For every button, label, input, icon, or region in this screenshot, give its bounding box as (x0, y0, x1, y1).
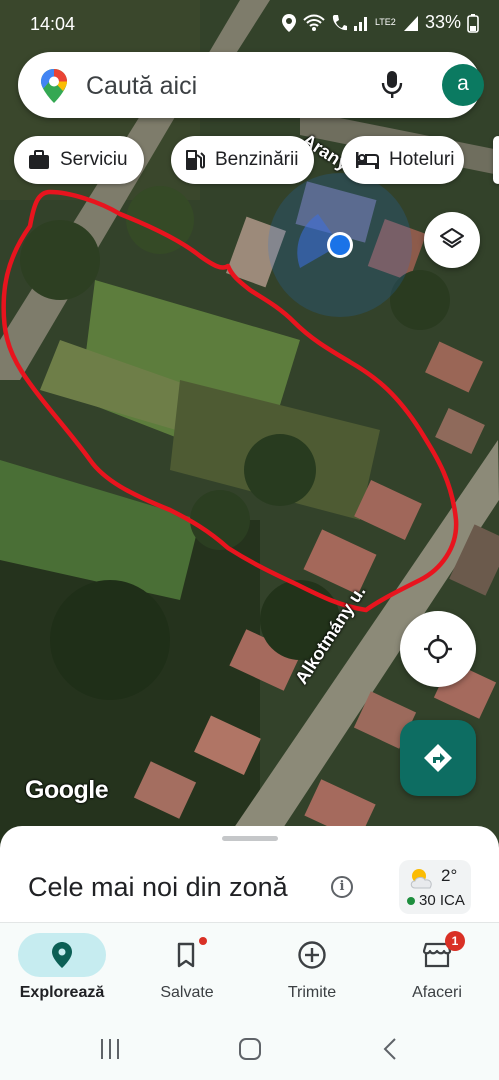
briefcase-icon (29, 150, 49, 169)
location-status-icon (281, 13, 296, 32)
call-icon (332, 14, 347, 30)
status-time: 14:04 (30, 14, 76, 34)
back-icon[interactable] (382, 1037, 398, 1061)
chip-benzinarii[interactable]: Benzinării (171, 136, 315, 184)
battery-icon (467, 13, 479, 33)
air-quality-dot (407, 897, 415, 905)
directions-icon (424, 744, 452, 772)
nav-label: Salvate (160, 984, 214, 1001)
recent-apps-icon[interactable] (99, 1038, 123, 1060)
info-icon[interactable]: i (331, 876, 353, 898)
status-bar: 14:04 LTE2 33% (0, 0, 499, 48)
search-placeholder[interactable]: Caută aici (86, 72, 197, 101)
hotel-bed-icon (356, 152, 379, 169)
signal-icon-2 (403, 15, 418, 31)
sheet-title: Cele mai noi din zonă (28, 872, 288, 902)
nav-label: Afaceri (412, 984, 462, 1001)
chip-label: Benzinării (215, 149, 299, 170)
microphone-icon[interactable] (380, 70, 404, 100)
signal-icon (353, 16, 367, 31)
search-bar[interactable]: Caută aici a (18, 52, 484, 118)
air-quality-index: 30 ICA (419, 892, 465, 909)
nav-explore[interactable]: Explorează (0, 923, 124, 1011)
wifi-icon (303, 14, 325, 31)
nav-saved[interactable]: Salvate (125, 923, 249, 1011)
nav-contribute[interactable]: Trimite (250, 923, 374, 1011)
google-logo: Google (25, 776, 109, 804)
partly-cloudy-icon (410, 869, 432, 889)
chip-serviciu[interactable]: Serviciu (14, 136, 144, 184)
sheet-drag-handle[interactable] (222, 836, 278, 841)
chip-label: Hoteluri (389, 149, 455, 170)
chip-label: Serviciu (60, 149, 128, 170)
bottom-navigation: Explorează Salvate Trimite 1 Afaceri (0, 922, 499, 1010)
directions-button[interactable] (400, 720, 476, 796)
layers-button[interactable] (424, 212, 480, 268)
explore-pin-icon (52, 942, 72, 968)
saved-notification-dot (199, 937, 207, 945)
weather-widget[interactable]: 2° 30 ICA (399, 860, 471, 914)
system-navigation-bar (0, 1010, 499, 1080)
my-location-button[interactable] (400, 611, 476, 687)
business-badge: 1 (445, 931, 465, 951)
my-location-icon (424, 635, 452, 663)
current-location-dot (330, 235, 350, 255)
nav-label: Explorează (19, 984, 105, 1001)
google-maps-icon (41, 69, 67, 103)
battery-level: 33% (424, 12, 461, 32)
add-circle-icon (298, 941, 326, 969)
network-label: LTE2 (374, 17, 396, 27)
bookmark-icon (177, 942, 195, 968)
home-icon[interactable] (238, 1037, 262, 1061)
chip-hoteluri[interactable]: Hoteluri (341, 136, 465, 184)
nav-business[interactable]: 1 Afaceri (375, 923, 499, 1011)
chip-more[interactable] (493, 136, 499, 184)
account-avatar[interactable]: a (442, 64, 484, 106)
nav-label: Trimite (287, 984, 337, 1001)
layers-icon (440, 228, 464, 248)
gas-station-icon (186, 150, 205, 170)
weather-temperature: 2° (441, 866, 458, 885)
